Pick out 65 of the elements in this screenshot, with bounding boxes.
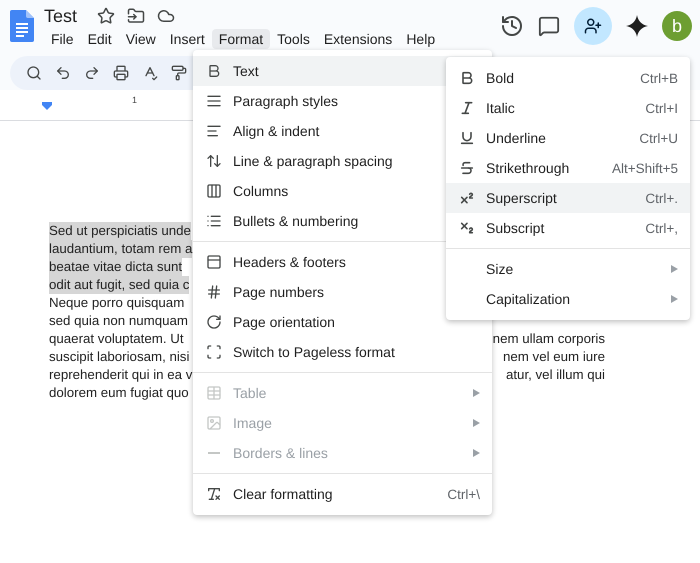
undo-icon bbox=[55, 65, 71, 81]
body-text: Sed ut perspiciatis unde bbox=[49, 222, 191, 240]
print-icon bbox=[113, 65, 129, 81]
body-text: quaerat voluptatem. Ut bbox=[49, 330, 184, 348]
columns-icon bbox=[206, 183, 222, 199]
menu-tab[interactable]: Extensions bbox=[316, 29, 400, 49]
strikethrough-icon bbox=[459, 160, 475, 176]
menu-item[interactable]: Superscript Ctrl+. bbox=[446, 183, 690, 213]
body-text: atur, vel illum qui bbox=[506, 366, 605, 384]
move-folder-icon bbox=[127, 7, 146, 25]
list-icon bbox=[206, 213, 222, 229]
bold-icon bbox=[459, 70, 475, 86]
history-icon bbox=[500, 14, 524, 38]
star-icon bbox=[97, 7, 116, 25]
superscript-icon bbox=[459, 190, 475, 206]
header-icon bbox=[206, 254, 222, 270]
body-text: reprehenderit qui in ea v bbox=[49, 366, 192, 384]
body-text: laudantium, totam rem a bbox=[49, 240, 192, 258]
indent-icon bbox=[206, 123, 222, 139]
underline-icon bbox=[459, 130, 475, 146]
sparkle-icon[interactable] bbox=[626, 15, 648, 37]
body-text: nem ullam corporis bbox=[492, 330, 605, 348]
image-icon bbox=[206, 415, 222, 431]
line-spacing-icon bbox=[206, 153, 222, 169]
body-text: sed quia non numquam bbox=[49, 312, 188, 330]
menu-item[interactable]: Subscript Ctrl+, bbox=[446, 213, 690, 243]
frame-corners-icon bbox=[206, 344, 222, 360]
lines-icon bbox=[206, 93, 222, 109]
menu-item[interactable]: Italic Ctrl+I bbox=[446, 93, 690, 123]
docs-logo-icon[interactable] bbox=[10, 10, 34, 42]
document-title[interactable]: Test bbox=[44, 6, 78, 26]
redo-icon bbox=[84, 65, 100, 81]
menu-tab[interactable]: File bbox=[44, 29, 81, 49]
menu-tab[interactable]: Insert bbox=[162, 29, 212, 49]
clear-formatting-icon bbox=[206, 486, 222, 502]
search-icon bbox=[26, 65, 42, 81]
menu-tab[interactable]: Tools bbox=[270, 29, 317, 49]
ruler-number: 1 bbox=[132, 95, 138, 105]
paint-roller-icon bbox=[171, 65, 187, 81]
menu-item[interactable]: Clear formatting Ctrl+\ bbox=[193, 479, 492, 509]
cloud-icon bbox=[157, 7, 176, 25]
line-icon bbox=[208, 452, 220, 454]
menu-item[interactable]: Underline Ctrl+U bbox=[446, 123, 690, 153]
rotate-page-icon bbox=[206, 314, 222, 330]
person-add-icon bbox=[584, 17, 602, 35]
hash-icon bbox=[206, 284, 222, 300]
menu-item[interactable]: Switch to Pageless format bbox=[193, 337, 492, 367]
menu-tab[interactable]: Format bbox=[212, 29, 270, 49]
share-button[interactable] bbox=[574, 7, 612, 45]
menu-item[interactable]: Size bbox=[446, 254, 690, 284]
body-text: suscipit laboriosam, nisi bbox=[49, 348, 190, 366]
menu-tab[interactable]: Help bbox=[399, 29, 442, 49]
body-text: beatae vitae dicta sunt bbox=[49, 258, 182, 276]
table-icon bbox=[206, 385, 222, 401]
body-text: odit aut fugit, sed quia c bbox=[49, 276, 190, 294]
body-text: dolorem eum fugiat quo bbox=[49, 384, 189, 402]
indent-marker-icon[interactable] bbox=[42, 102, 52, 110]
menu-tab[interactable]: Edit bbox=[80, 29, 119, 49]
menu-tab[interactable]: View bbox=[118, 29, 163, 49]
comment-icon bbox=[538, 15, 560, 37]
italic-icon bbox=[459, 100, 475, 116]
menu-item[interactable]: Strikethrough Alt+Shift+5 bbox=[446, 153, 690, 183]
body-text: Neque porro quisquam bbox=[49, 294, 184, 312]
body-text: nem vel eum iure bbox=[503, 348, 605, 366]
subscript-icon bbox=[459, 220, 475, 236]
